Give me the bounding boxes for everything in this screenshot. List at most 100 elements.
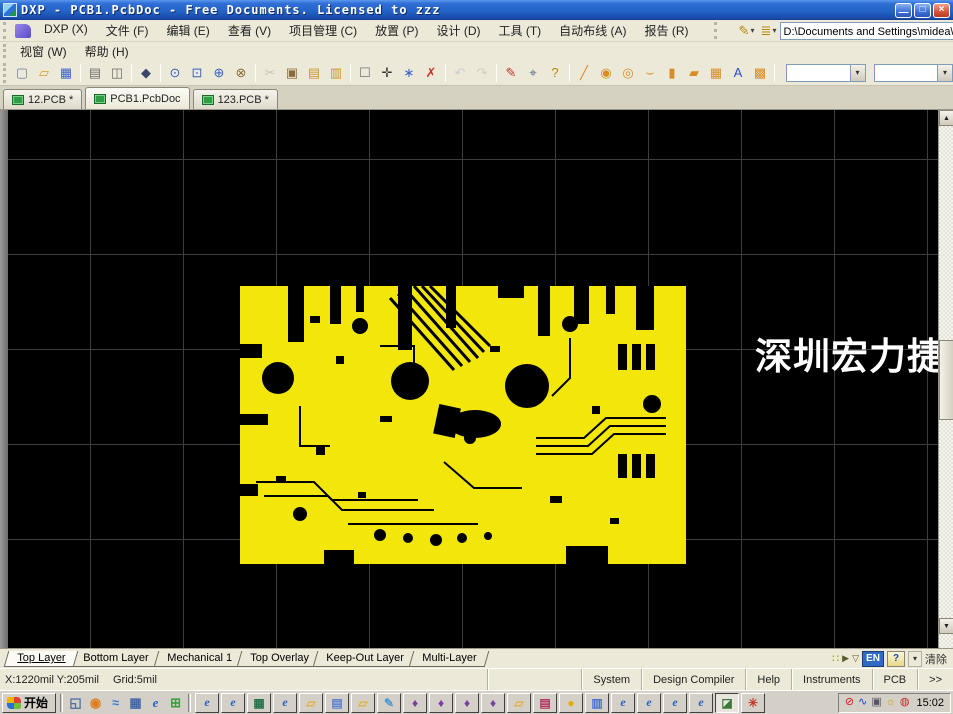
menu-item[interactable]: 帮助 (H)	[76, 41, 138, 62]
zoom-window-button[interactable]: ⊙	[164, 63, 186, 83]
restore-button[interactable]: □	[914, 3, 931, 18]
layer-tab[interactable]: Mechanical 1	[153, 651, 244, 667]
menu-item[interactable]: 工具 (T)	[490, 20, 551, 41]
language-help-button[interactable]: ?	[887, 651, 905, 667]
taskbar-window-button[interactable]: ▱	[351, 693, 375, 713]
net-combo-dropdown-icon[interactable]: ▾	[850, 65, 865, 81]
menu-item[interactable]: 报告 (R)	[636, 20, 698, 41]
layer-tab[interactable]: Multi-Layer	[409, 651, 490, 667]
place-via-button[interactable]: ◎	[617, 63, 639, 83]
help-button[interactable]: ?	[544, 63, 566, 83]
browse-library-button[interactable]: ◆	[135, 63, 157, 83]
pcb-canvas[interactable]: 深圳宏力捷	[0, 110, 938, 648]
place-pad-button[interactable]: ◉	[595, 63, 617, 83]
arrange-button[interactable]: ∗	[398, 63, 420, 83]
panel-button[interactable]: PCB	[872, 669, 918, 690]
save-button[interactable]: ▦	[55, 63, 77, 83]
layer-tab[interactable]: Top Overlay	[236, 651, 321, 667]
scroll-down-button[interactable]: ▼	[939, 618, 953, 634]
toolbar-grip[interactable]	[3, 63, 8, 83]
menu-item[interactable]: 视窗 (W)	[11, 41, 76, 62]
minimize-button[interactable]: —	[895, 3, 912, 18]
media-player-icon[interactable]: ◉	[87, 694, 104, 711]
dxp-menu-icon[interactable]	[15, 24, 31, 38]
alert-icon[interactable]: ◍	[900, 697, 910, 708]
place-fill-button[interactable]: ▮	[661, 63, 683, 83]
taskbar-window-button[interactable]: ▥	[585, 693, 609, 713]
menu-item[interactable]: 项目管理 (C)	[280, 20, 366, 41]
move-button[interactable]: ✛	[376, 63, 398, 83]
messenger-icon[interactable]: ≈	[107, 694, 124, 711]
layer-tab[interactable]: Bottom Layer	[70, 651, 162, 667]
windows-update-icon[interactable]: ⊞	[167, 694, 184, 711]
address-combo[interactable]: D:\Documents and Settings\midea\桌面 ▾	[780, 22, 953, 40]
panel-button[interactable]: >>	[917, 669, 953, 690]
print-preview-button[interactable]: ◫	[106, 63, 128, 83]
menu-item[interactable]: 自动布线 (A)	[550, 20, 635, 41]
paste-button[interactable]: ▤	[303, 63, 325, 83]
place-line-button[interactable]: ╱	[573, 63, 595, 83]
taskbar-window-button[interactable]: e	[637, 693, 661, 713]
layer-tab[interactable]: Keep-Out Layer	[313, 651, 417, 667]
show-desktop-icon[interactable]: ◱	[67, 694, 84, 711]
taskbar-window-button[interactable]: ▤	[533, 693, 557, 713]
document-tab[interactable]: 123.PCB *	[193, 89, 278, 109]
taskbar-window-button[interactable]: e	[611, 693, 635, 713]
taskbar-window-button[interactable]: ▤	[325, 693, 349, 713]
menu-item[interactable]: DXP (X)	[35, 20, 97, 41]
taskbar-window-button[interactable]: e	[221, 693, 245, 713]
document-tab[interactable]: 12.PCB *	[3, 89, 82, 109]
language-indicator[interactable]: EN	[862, 651, 884, 667]
panel-button[interactable]: Design Compiler	[641, 669, 745, 690]
cross-probe-button[interactable]: ⊗	[230, 63, 252, 83]
taskbar-window-button[interactable]: e	[273, 693, 297, 713]
place-component-button[interactable]: ▩	[749, 63, 771, 83]
toolbar-grip[interactable]	[3, 44, 8, 58]
clear-button[interactable]: 清除	[925, 651, 953, 667]
cut-button[interactable]: ✂	[259, 63, 281, 83]
component-combo-dropdown-icon[interactable]: ▾	[937, 65, 952, 81]
place-arc-button[interactable]: ⌣	[639, 63, 661, 83]
layer-tab[interactable]: Top Layer	[4, 651, 79, 667]
scroll-up-button[interactable]: ▲	[939, 110, 953, 126]
panel-button[interactable]: System	[581, 669, 641, 690]
print-button[interactable]: ▤	[84, 63, 106, 83]
menu-item[interactable]: 设计 (D)	[428, 20, 490, 41]
taskbar-window-button[interactable]: e	[663, 693, 687, 713]
tip-icon[interactable]: ☼	[886, 697, 896, 708]
language-options-button[interactable]: ▾	[908, 651, 922, 667]
address-value[interactable]: D:\Documents and Settings\midea\桌面	[781, 23, 953, 39]
taskbar-window-button[interactable]: e	[195, 693, 219, 713]
redo-button[interactable]: ↷	[471, 63, 493, 83]
taskbar-window-button[interactable]: ✎	[377, 693, 401, 713]
utilities-toolbar-button[interactable]: ≣▾	[758, 21, 780, 41]
find-similar-button[interactable]: ⌖	[522, 63, 544, 83]
select-area-button[interactable]: ☐	[354, 63, 376, 83]
paste-special-button[interactable]: ▥	[325, 63, 347, 83]
interactive-routing-button[interactable]: ✎	[500, 63, 522, 83]
start-button[interactable]: 开始	[2, 693, 56, 713]
taskbar-window-button[interactable]: e	[689, 693, 713, 713]
menu-item[interactable]: 放置 (P)	[366, 20, 427, 41]
vertical-scrollbar[interactable]: ▲ ▼	[938, 110, 953, 648]
monitor-signal-icon[interactable]: ∿	[858, 697, 867, 708]
mask-level-icon[interactable]: ∷	[832, 652, 839, 665]
taskbar-window-button[interactable]: ●	[559, 693, 583, 713]
place-array-button[interactable]: ▦	[705, 63, 727, 83]
taskbar-window-button[interactable]: ▱	[299, 693, 323, 713]
taskbar-window-button[interactable]: ♦	[481, 693, 505, 713]
clear-filter-button[interactable]: ✗	[420, 63, 442, 83]
taskbar-window-button[interactable]: ◪	[715, 693, 739, 713]
open-document-button[interactable]: ▱	[33, 63, 55, 83]
zoom-selected-button[interactable]: ⊕	[208, 63, 230, 83]
taskbar-window-button[interactable]: ▦	[247, 693, 271, 713]
layer-scroll-right-button[interactable]: ▶	[842, 653, 849, 664]
document-tab[interactable]: PCB1.PcbDoc	[85, 87, 189, 109]
new-document-button[interactable]: ▢	[11, 63, 33, 83]
wiring-toolbar-button[interactable]: ✎▾	[736, 21, 758, 41]
menu-item[interactable]: 查看 (V)	[219, 20, 280, 41]
internet-explorer-icon[interactable]: e	[147, 694, 164, 711]
close-button[interactable]: ×	[933, 3, 950, 18]
menu-item[interactable]: 编辑 (E)	[157, 20, 218, 41]
component-combo[interactable]: ▾	[874, 64, 953, 82]
